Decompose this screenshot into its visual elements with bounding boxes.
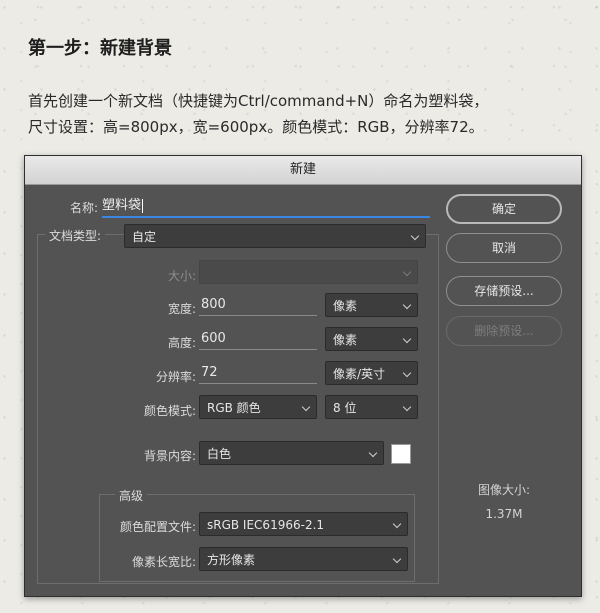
doc-type-value: 自定 bbox=[132, 230, 157, 244]
width-label: 宽度: bbox=[167, 302, 196, 316]
name-input-value: 塑料袋 bbox=[102, 198, 142, 213]
bit-depth-value: 8 位 bbox=[333, 401, 357, 415]
pixel-aspect-value: 方形像素 bbox=[207, 553, 256, 567]
chevron-down-icon bbox=[402, 402, 412, 412]
height-unit-select[interactable]: 像素 bbox=[325, 327, 418, 351]
cancel-button[interactable]: 取消 bbox=[446, 233, 562, 263]
chevron-down-icon bbox=[402, 368, 412, 378]
pixel-aspect-label: 像素长宽比: bbox=[131, 555, 196, 569]
chevron-down-icon bbox=[301, 402, 311, 412]
text-caret bbox=[142, 198, 144, 213]
color-profile-label: 颜色配置文件: bbox=[119, 520, 196, 534]
name-input[interactable]: 塑料袋 bbox=[102, 196, 430, 218]
bg-content-label: 背景内容: bbox=[143, 449, 196, 463]
color-mode-label: 颜色模式: bbox=[143, 404, 196, 418]
image-size-value: 1.37M bbox=[485, 507, 523, 521]
dialog-title: 新建 bbox=[25, 156, 581, 185]
resolution-unit-value: 像素/英寸 bbox=[333, 367, 386, 381]
width-unit-select[interactable]: 像素 bbox=[325, 293, 418, 317]
chevron-down-icon bbox=[402, 334, 412, 344]
ok-button[interactable]: 确定 bbox=[446, 194, 562, 224]
bit-depth-select[interactable]: 8 位 bbox=[325, 395, 418, 419]
bg-content-value: 白色 bbox=[207, 447, 232, 461]
size-label: 大小: bbox=[167, 269, 196, 283]
size-select bbox=[199, 260, 418, 284]
bg-color-swatch[interactable] bbox=[391, 444, 411, 464]
page-heading: 第一步：新建背景 bbox=[28, 38, 172, 59]
resolution-label: 分辨率: bbox=[155, 370, 196, 384]
resolution-unit-select[interactable]: 像素/英寸 bbox=[325, 361, 418, 385]
chevron-down-icon bbox=[392, 519, 402, 529]
resolution-input[interactable]: 72 bbox=[199, 362, 317, 384]
description-line-1: 首先创建一个新文档（快捷键为Ctrl/command+N）命名为塑料袋， bbox=[28, 92, 489, 110]
height-unit-value: 像素 bbox=[333, 333, 358, 347]
chevron-down-icon bbox=[402, 267, 412, 277]
color-profile-select[interactable]: sRGB IEC61966-2.1 bbox=[199, 512, 408, 536]
pixel-aspect-select[interactable]: 方形像素 bbox=[199, 547, 408, 571]
name-label: 名称: bbox=[69, 201, 98, 215]
height-input[interactable]: 600 bbox=[199, 328, 317, 350]
height-label: 高度: bbox=[167, 336, 196, 350]
chevron-down-icon bbox=[392, 554, 402, 564]
color-profile-value: sRGB IEC61966-2.1 bbox=[207, 518, 325, 532]
image-size-title: 图像大小: bbox=[477, 483, 531, 497]
delete-preset-button: 删除预设... bbox=[446, 316, 562, 346]
chevron-down-icon bbox=[410, 231, 420, 241]
save-preset-button[interactable]: 存储预设... bbox=[446, 276, 562, 306]
width-unit-value: 像素 bbox=[333, 299, 358, 313]
doc-type-select[interactable]: 自定 bbox=[124, 224, 426, 248]
description-line-2: 尺寸设置：高=800px，宽=600px。颜色模式：RGB，分辨率72。 bbox=[28, 118, 484, 136]
doc-type-label: 文档类型: bbox=[45, 227, 106, 244]
new-document-dialog: 新建 名称: 塑料袋 文档类型: 自定 大小: 宽度: 800 像素 高度: 6… bbox=[24, 155, 582, 597]
color-mode-select[interactable]: RGB 颜色 bbox=[199, 395, 317, 419]
color-mode-value: RGB 颜色 bbox=[207, 401, 261, 415]
bg-content-select[interactable]: 白色 bbox=[199, 441, 384, 465]
advanced-label: 高级 bbox=[115, 487, 148, 504]
chevron-down-icon bbox=[402, 300, 412, 310]
chevron-down-icon bbox=[368, 448, 378, 458]
width-input[interactable]: 800 bbox=[199, 294, 317, 316]
